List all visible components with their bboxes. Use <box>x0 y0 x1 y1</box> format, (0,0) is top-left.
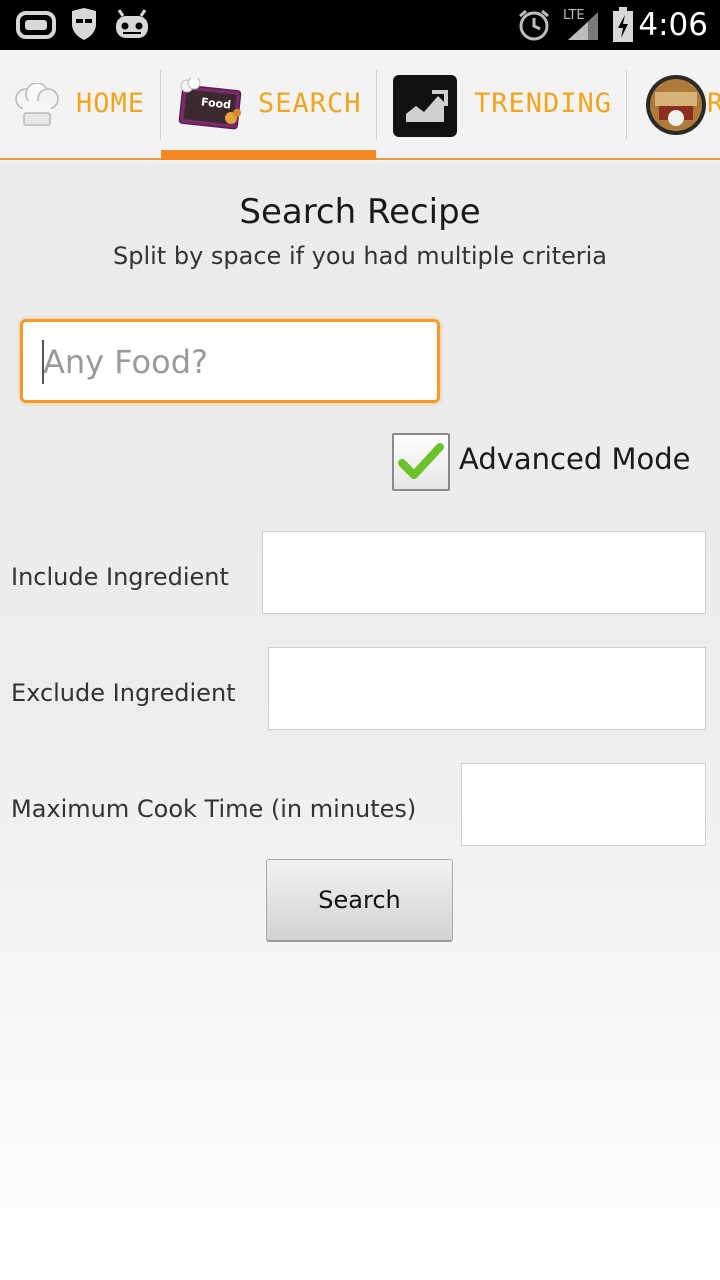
cyanogen-android-icon <box>116 9 148 38</box>
max-cook-time-label: Maximum Cook Time (in minutes) <box>11 795 417 823</box>
page-title: Search Recipe <box>239 192 481 232</box>
tab-home[interactable]: HOME <box>0 50 160 162</box>
signal-icon <box>568 12 598 40</box>
exclude-ingredient-label: Exclude Ingredient <box>11 679 236 707</box>
trending-chart-icon <box>393 75 457 137</box>
tab-label-search: SEARCH <box>258 88 362 119</box>
text-caret <box>42 340 44 384</box>
tab-label-trending: TRENDING <box>474 88 613 119</box>
include-ingredient-label: Include Ingredient <box>11 563 229 591</box>
max-cook-time-input[interactable] <box>461 763 706 846</box>
status-time: 4:06 <box>638 7 708 43</box>
status-bar: LTE 4:06 <box>0 0 720 50</box>
incognito-icon <box>72 8 96 40</box>
tab-label-home: HOME <box>76 88 146 119</box>
include-ingredient-input[interactable] <box>262 531 706 614</box>
tab-trending[interactable]: TRENDING <box>377 50 626 162</box>
advanced-mode-label[interactable]: Advanced Mode <box>459 442 690 476</box>
checkmark-icon <box>398 443 444 479</box>
chef-hat-icon <box>15 83 59 126</box>
gamepad-icon <box>16 11 56 39</box>
food-search-input[interactable]: Any Food? <box>20 319 440 403</box>
food-search-placeholder: Any Food? <box>43 343 208 381</box>
tab-label-restaurant: R <box>707 88 720 119</box>
restaurant-icon <box>646 75 706 135</box>
battery-charging-icon <box>613 7 633 42</box>
search-button[interactable]: Search <box>266 859 453 942</box>
advanced-mode-checkbox[interactable] <box>392 433 450 491</box>
alarm-icon <box>519 9 549 41</box>
exclude-ingredient-input[interactable] <box>268 647 706 730</box>
tab-selected-indicator <box>161 150 376 160</box>
page-subtitle: Split by space if you had multiple crite… <box>113 242 607 270</box>
tab-search[interactable]: Food SEARCH <box>161 50 376 162</box>
tab-bar: HOME Food SEARCH TRENDING R <box>0 50 720 162</box>
tab-restaurant[interactable]: R <box>627 50 720 162</box>
